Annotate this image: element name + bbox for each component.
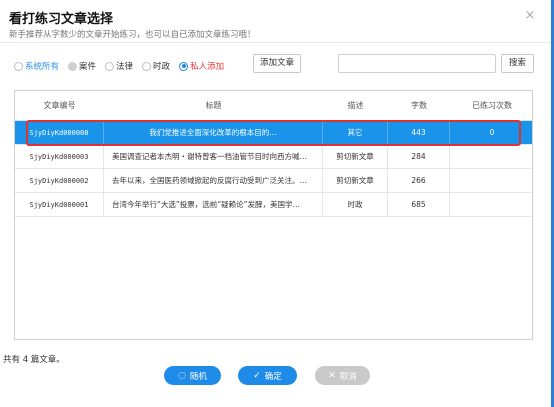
filter-private-added[interactable]: 私人添加 bbox=[179, 60, 224, 72]
article-table: 文章编号 标题 描述 字数 已练习次数 SjyDiyKd000008 我们党推进… bbox=[14, 90, 533, 340]
radio-icon bbox=[14, 61, 23, 71]
column-header-description: 描述 bbox=[347, 101, 364, 110]
cancel-button[interactable]: ✕ 取消 bbox=[315, 366, 370, 385]
refresh-icon: ◌ bbox=[178, 370, 186, 381]
radio-icon bbox=[68, 61, 78, 71]
article-id: SjyDiyKd000008 bbox=[29, 128, 89, 137]
article-id: SjyDiyKd000002 bbox=[29, 176, 89, 185]
search-button[interactable]: 搜索 bbox=[501, 54, 534, 73]
radio-selected-icon bbox=[179, 61, 189, 71]
column-header-title: 标题 bbox=[205, 101, 222, 110]
close-icon: ✕ bbox=[328, 370, 336, 381]
cell-practice-count: 0 bbox=[489, 128, 495, 137]
header-divider bbox=[0, 42, 551, 43]
cell-practice-count bbox=[450, 145, 534, 168]
table-row[interactable]: SjyDiyKd000002 去年以来，全国医药领域掀起的反腐行动受到广泛关注。… bbox=[15, 169, 532, 193]
cell-id: SjyDiyKd000003 bbox=[15, 145, 104, 168]
cell-word-count: 443 bbox=[388, 121, 450, 144]
table-header: 文章编号 标题 描述 字数 已练习次数 bbox=[15, 91, 532, 121]
cell-title: 美国调查记者本杰明・谢特曾客一档油管节目时向西方喊… bbox=[104, 145, 323, 168]
filter-cases[interactable]: 案件 bbox=[68, 60, 96, 72]
cell-practice-count bbox=[450, 169, 534, 192]
filter-label: 法律 bbox=[116, 62, 134, 72]
dialog-subtitle: 新手推荐从字数少的文章开始练习，也可以自已添加文章练习哦！ bbox=[9, 30, 256, 40]
cell-word-count: 284 bbox=[388, 145, 450, 168]
cell-description: 剪切新文章 bbox=[323, 145, 388, 168]
cell-title: 台湾今年举行“大选”投票，选前“疑赖论”发酵，美国学… bbox=[104, 193, 323, 216]
category-filter-group: 系统所有 案件 法律 时政 私人添加 bbox=[14, 59, 233, 73]
radio-icon bbox=[142, 61, 152, 71]
cell-title: 我们党推进全面深化改革的根本目的… bbox=[104, 121, 323, 144]
close-icon[interactable]: × bbox=[522, 8, 538, 24]
table-row-selected[interactable]: SjyDiyKd000008 我们党推进全面深化改革的根本目的… 其它 443 … bbox=[15, 121, 532, 145]
cell-id: SjyDiyKd000002 bbox=[15, 169, 104, 192]
cell-description: 其它 bbox=[323, 121, 388, 144]
cell-title: 去年以来，全国医药领域掀起的反腐行动受到广泛关注。… bbox=[104, 169, 323, 192]
random-button-label: 随机 bbox=[189, 371, 207, 382]
filter-law[interactable]: 法律 bbox=[105, 60, 133, 72]
filter-label: 案件 bbox=[79, 62, 97, 72]
cell-word-count: 266 bbox=[388, 169, 450, 192]
cell-id: SjyDiyKd000001 bbox=[15, 193, 104, 216]
search-input[interactable] bbox=[338, 54, 496, 73]
column-header-id: 文章编号 bbox=[43, 101, 76, 110]
article-count-text: 共有 4 篇文章。 bbox=[3, 355, 65, 365]
filter-politics[interactable]: 时政 bbox=[142, 60, 170, 72]
random-button[interactable]: ◌ 随机 bbox=[164, 366, 221, 385]
dialog-title: 看打练习文章选择 bbox=[9, 12, 114, 27]
cell-description: 剪切新文章 bbox=[323, 169, 388, 192]
filter-label: 时政 bbox=[153, 62, 171, 72]
cell-description: 时政 bbox=[323, 193, 388, 216]
confirm-button[interactable]: ✓ 确定 bbox=[238, 366, 297, 385]
cell-id: SjyDiyKd000008 bbox=[15, 121, 104, 144]
article-id: SjyDiyKd000003 bbox=[29, 152, 89, 161]
check-icon: ✓ bbox=[253, 370, 261, 381]
column-header-word-count: 字数 bbox=[411, 101, 427, 110]
cell-practice-count bbox=[450, 193, 534, 216]
filter-label: 私人添加 bbox=[190, 62, 225, 72]
article-id: SjyDiyKd000001 bbox=[29, 200, 89, 209]
cell-word-count: 685 bbox=[388, 193, 450, 216]
confirm-button-label: 确定 bbox=[264, 371, 282, 382]
radio-icon bbox=[105, 61, 115, 71]
table-row[interactable]: SjyDiyKd000001 台湾今年举行“大选”投票，选前“疑赖论”发酵，美国… bbox=[15, 193, 532, 217]
article-selection-dialog: 看打练习文章选择 新手推荐从字数少的文章开始练习，也可以自已添加文章练习哦！ ×… bbox=[0, 0, 551, 407]
cancel-button-label: 取消 bbox=[339, 371, 357, 382]
add-article-button[interactable]: 添加文章 bbox=[253, 54, 301, 73]
filter-label: 系统所有 bbox=[25, 62, 60, 72]
table-row[interactable]: SjyDiyKd000003 美国调查记者本杰明・谢特曾客一档油管节目时向西方喊… bbox=[15, 145, 532, 169]
column-header-practice-count: 已练习次数 bbox=[472, 101, 512, 110]
filter-system-all[interactable]: 系统所有 bbox=[14, 60, 59, 72]
